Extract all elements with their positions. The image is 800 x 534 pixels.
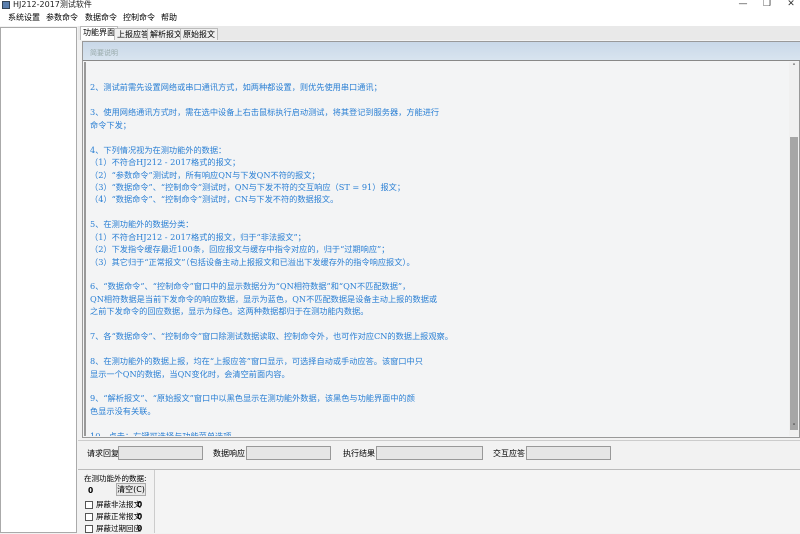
description-line: 9、“解析报文”、“原始报文”窗口中以黑色显示在测功能外数据，该黑色与功能界面中…	[90, 393, 415, 404]
minimize-button[interactable]: —	[732, 0, 754, 10]
filter-illegal-label[interactable]: 屏蔽非法报文	[96, 500, 141, 510]
tab-function[interactable]: 功能界面	[80, 26, 118, 40]
request-reply-field	[118, 446, 203, 460]
group-title: 简要说明	[90, 49, 118, 57]
description-line	[90, 380, 789, 392]
close-button[interactable]: ✕	[780, 0, 800, 10]
group-header	[83, 42, 800, 61]
filter-normal-count: 0	[137, 512, 143, 521]
description-line: 7、各“数据命令”、“控制命令”窗口除测试数据读取、控制命令外，也可作对应CN的…	[90, 331, 453, 342]
description-line: QN相符数据是当前下发命令的响应数据，显示为蓝色，QN不匹配数据是设备主动上报的…	[90, 293, 438, 304]
description-line	[90, 206, 789, 218]
menu-data-commands[interactable]: 数据命令	[85, 13, 117, 23]
data-response-label: 数据响应	[213, 449, 245, 458]
device-list-panel[interactable]	[0, 27, 77, 533]
description-line: 色显示没有关联。	[90, 405, 156, 416]
description-line: 命令下发；	[90, 119, 131, 130]
description-line: （2）“参数命令”测试时，所有响应QN与下发QN不符的报文；	[90, 169, 320, 180]
request-reply-label: 请求回复	[87, 449, 119, 458]
description-line: 8、在测功能外的数据上报，均在“上报应答”窗口显示，可选择自动或手动应答。该窗口…	[90, 356, 423, 367]
description-line	[90, 417, 789, 429]
data-response-field	[246, 446, 331, 460]
interaction-reply-label: 交互应答	[493, 449, 525, 458]
description-line: 之前下发命令的回应数据，显示为绿色。这两种数据都归于在测功能内数据。	[90, 306, 369, 317]
description-line	[90, 343, 789, 355]
description-line: 6、“数据命令”、“控制命令”窗口中的显示数据分为“QN相符数据”和“QN不匹配…	[90, 281, 411, 292]
execution-result-field	[376, 446, 483, 460]
description-line: 显示一个QN的数据，当QN变化时，会清空前面内容。	[90, 368, 290, 379]
clear-button[interactable]: 清空(C)	[116, 483, 146, 496]
description-line: （4）“数据命令”、“控制命令”测试时，CN与下发不符的数据报文。	[90, 194, 339, 205]
description-line: 5、在测功能外的数据分类：	[90, 219, 194, 230]
description-line	[90, 131, 789, 143]
description-line: 10、点击：右键可选择与功能菜单选项	[90, 430, 232, 436]
menu-parameter-commands[interactable]: 参数命令	[46, 13, 78, 23]
description-line	[90, 94, 789, 106]
menu-system-settings[interactable]: 系统设置	[8, 13, 40, 23]
app-icon	[2, 1, 10, 9]
description-line	[90, 268, 789, 280]
description-line: （3）其它归于“正常报文”（包括设备主动上报报文和已溢出下发缓存外的指令响应报文…	[90, 256, 415, 267]
description-text[interactable]: 2、测试前需先设置网络或串口通讯方式，如两种都设置，则优先使用串口通讯； 3、使用…	[84, 62, 789, 436]
filter-illegal-count: 0	[137, 500, 143, 509]
message-output-area[interactable]	[154, 470, 800, 533]
out-of-scope-count: 0	[88, 486, 94, 495]
description-line: 3、使用网络通讯方式时，需在选中设备上右击鼠标执行启动测试，将其登记到服务器，方…	[90, 107, 440, 118]
divider	[78, 440, 800, 441]
description-line: （1）不符合HJ212 - 2017格式的报文，归于“非法报文”；	[90, 231, 306, 242]
description-line: 2、测试前需先设置网络或串口通讯方式，如两种都设置，则优先使用串口通讯；	[90, 82, 382, 93]
description-line	[90, 69, 789, 81]
interaction-reply-field	[526, 446, 611, 460]
restore-button[interactable]: ❐	[756, 0, 778, 10]
scrollbar-thumb[interactable]	[790, 137, 798, 430]
tab-raw-message[interactable]: 原始报文	[180, 28, 218, 40]
execution-result-label: 执行结果	[343, 449, 375, 458]
scroll-down-icon[interactable]: ˅	[789, 423, 799, 431]
menu-bar	[0, 11, 800, 26]
window-title: HJ212-2017测试软件	[13, 0, 92, 9]
scroll-up-icon[interactable]: ˄	[789, 63, 799, 71]
filter-normal-checkbox[interactable]	[85, 513, 93, 521]
description-line: （2）下发指令缓存最近100条，回应报文与缓存中指令对应的，归于“过期响应”；	[90, 244, 390, 255]
title-bar	[0, 0, 800, 11]
menu-control-commands[interactable]: 控制命令	[123, 13, 155, 23]
filter-illegal-checkbox[interactable]	[85, 501, 93, 509]
description-line	[90, 318, 789, 330]
description-line: （1）不符合HJ212 - 2017格式的报文；	[90, 157, 241, 168]
menu-help[interactable]: 帮助	[161, 13, 177, 23]
description-line: （3）“数据命令”、“控制命令”测试时，QN与下发不符的交互响应（ST = 91…	[90, 181, 406, 192]
filter-normal-label[interactable]: 屏蔽正常报文	[96, 512, 141, 522]
filter-expired-checkbox[interactable]	[85, 525, 93, 533]
description-line: 4、下列情况视为在测功能外的数据：	[90, 144, 227, 155]
